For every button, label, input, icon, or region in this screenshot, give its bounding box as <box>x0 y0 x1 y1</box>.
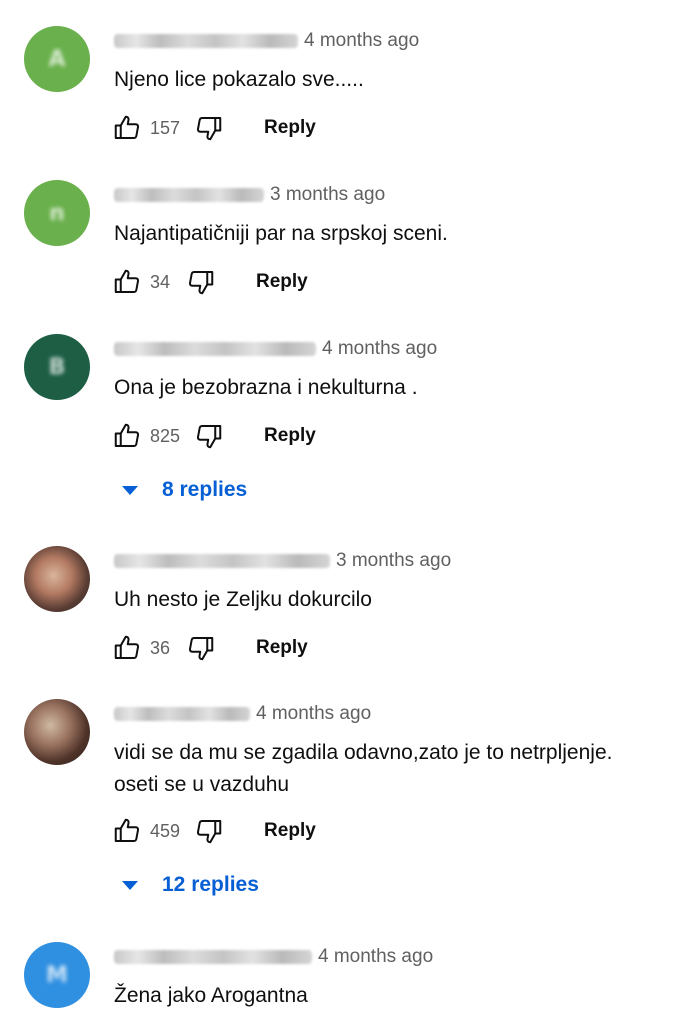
comment-header: 4 months ago <box>114 336 437 362</box>
comment-timestamp[interactable]: 4 months ago <box>318 946 433 968</box>
comment-text: vidi se da mu se zgadila odavno,zato je … <box>114 737 612 801</box>
avatar[interactable]: M <box>24 942 90 1008</box>
thumbs-up-icon[interactable] <box>110 814 144 848</box>
thumbs-up-icon[interactable] <box>110 631 144 665</box>
thumbs-down-icon[interactable] <box>192 111 226 145</box>
comment-actions: 825 Reply <box>110 418 316 454</box>
caret-down-icon <box>122 485 138 495</box>
like-count: 36 <box>150 637 171 658</box>
comment-actions: 157 Reply <box>110 110 316 146</box>
author-name-blurred[interactable] <box>114 188 264 202</box>
comment-header: 4 months ago <box>114 944 433 970</box>
comment-header: 4 months ago <box>114 701 371 727</box>
like-count: 459 <box>150 820 181 841</box>
author-name-blurred[interactable] <box>114 342 316 356</box>
like-count: 34 <box>150 271 171 292</box>
view-replies-button[interactable]: 8 replies <box>122 478 247 502</box>
comment-text: Najantipatičniji par na srpskoj sceni. <box>114 222 448 245</box>
comment-timestamp[interactable]: 4 months ago <box>304 30 419 52</box>
thumbs-down-icon[interactable] <box>184 631 218 665</box>
caret-down-icon <box>122 880 138 890</box>
like-count: 825 <box>150 425 181 446</box>
replies-count-label: 12 replies <box>162 873 259 896</box>
author-name-blurred[interactable] <box>114 34 298 48</box>
comment-text: Žena jako Arogantna <box>114 984 308 1007</box>
author-name-blurred[interactable] <box>114 554 330 568</box>
avatar-letter: M <box>46 962 68 988</box>
thumbs-down-icon[interactable] <box>192 419 226 453</box>
view-replies-button[interactable]: 12 replies <box>122 873 259 897</box>
reply-button[interactable]: Reply <box>256 637 308 659</box>
comment-actions: 34 Reply <box>110 264 308 300</box>
comment-text: Uh nesto je Zeljku dokurcilo <box>114 588 372 611</box>
comment-header: 3 months ago <box>114 548 451 574</box>
avatar-letter: n <box>49 200 65 226</box>
thumbs-up-icon[interactable] <box>110 111 144 145</box>
author-name-blurred[interactable] <box>114 707 250 721</box>
comment-text-line: oseti se u vazduhu <box>114 773 290 796</box>
thumbs-up-icon[interactable] <box>110 419 144 453</box>
comment-header: 3 months ago <box>114 182 385 208</box>
reply-button[interactable]: Reply <box>264 425 316 447</box>
comment-text: Njeno lice pokazalo sve..... <box>114 68 364 91</box>
avatar[interactable]: B <box>24 334 90 400</box>
reply-button[interactable]: Reply <box>264 117 316 139</box>
avatar[interactable] <box>24 546 90 612</box>
avatar[interactable] <box>24 699 90 765</box>
comment-text: Ona je bezobrazna i nekulturna . <box>114 376 418 399</box>
avatar[interactable]: n <box>24 180 90 246</box>
thumbs-down-icon[interactable] <box>184 265 218 299</box>
author-name-blurred[interactable] <box>114 950 312 964</box>
comment-header: 4 months ago <box>114 28 419 54</box>
comment-text-line: vidi se da mu se zgadila odavno,zato je … <box>114 741 613 764</box>
comment-timestamp[interactable]: 4 months ago <box>256 703 371 725</box>
avatar-letter: B <box>48 354 66 380</box>
avatar[interactable]: A <box>24 26 90 92</box>
replies-count-label: 8 replies <box>162 478 248 501</box>
comment-timestamp[interactable]: 3 months ago <box>270 184 385 206</box>
thumbs-up-icon[interactable] <box>110 265 144 299</box>
like-count: 157 <box>150 117 181 138</box>
comment-actions: 459 Reply <box>110 813 316 849</box>
thumbs-down-icon[interactable] <box>192 814 226 848</box>
comment-actions: 36 Reply <box>110 630 308 666</box>
reply-button[interactable]: Reply <box>256 271 308 293</box>
comment-timestamp[interactable]: 4 months ago <box>322 338 437 360</box>
comment-timestamp[interactable]: 3 months ago <box>336 550 451 572</box>
reply-button[interactable]: Reply <box>264 820 316 842</box>
avatar-letter: A <box>48 46 66 72</box>
